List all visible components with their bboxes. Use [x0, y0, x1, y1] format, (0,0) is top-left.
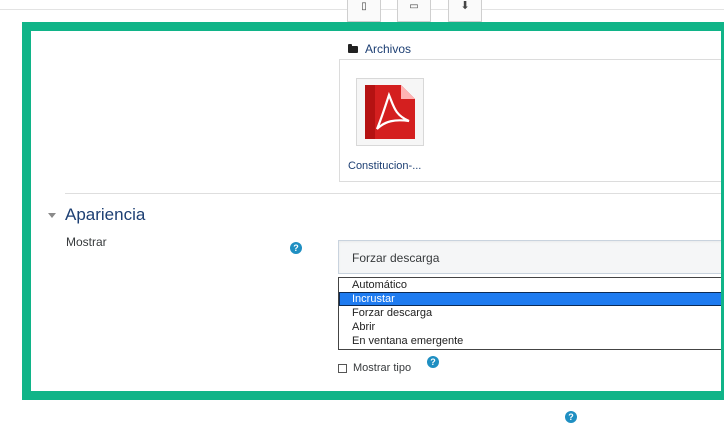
- file-icon: ▯: [361, 1, 367, 12]
- download-icon: ⬇: [460, 0, 470, 12]
- download-button[interactable]: ⬇: [448, 0, 482, 22]
- add-file-button[interactable]: ▯: [347, 0, 381, 22]
- create-folder-button[interactable]: ▭: [397, 0, 431, 22]
- next-field-help-icon[interactable]: ?: [565, 411, 577, 423]
- highlight-frame: [22, 22, 724, 400]
- folder-outline-icon: ▭: [409, 1, 419, 12]
